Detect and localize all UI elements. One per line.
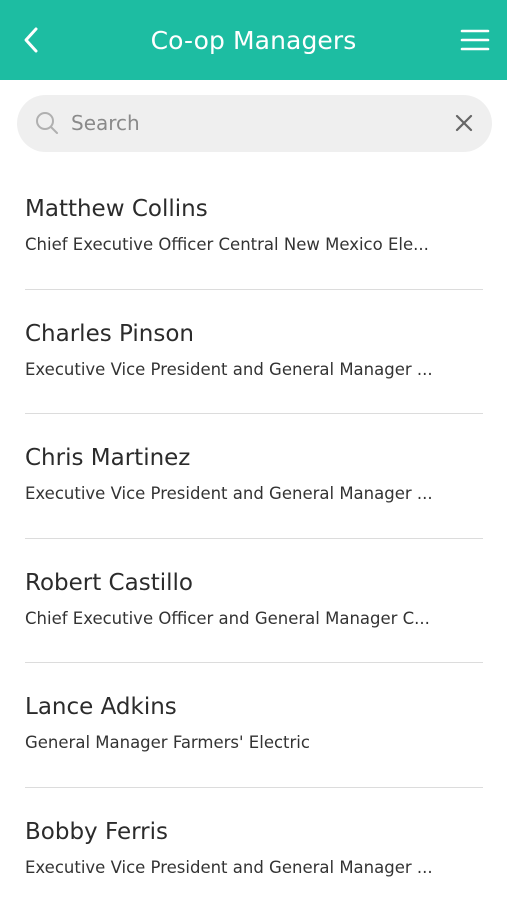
app-header: Co-op Managers — [0, 0, 507, 80]
search-bar — [17, 95, 492, 152]
manager-name: Lance Adkins — [25, 694, 177, 720]
manager-name: Bobby Ferris — [25, 818, 168, 845]
manager-name: Robert Castillo — [25, 569, 193, 596]
list-item[interactable]: Chris Martinez Executive Vice President … — [25, 414, 483, 539]
manager-title: Executive Vice President and General Man… — [25, 359, 433, 379]
manager-title: Chief Executive Officer Central New Mexi… — [25, 235, 429, 254]
manager-title: General Manager Farmers' Electric — [25, 733, 310, 752]
list-item[interactable]: Lance Adkins General Manager Farmers' El… — [25, 663, 483, 788]
manager-name: Matthew Collins — [25, 196, 208, 222]
page-title: Co-op Managers — [150, 25, 357, 55]
manager-name: Chris Martinez — [25, 445, 191, 471]
menu-button[interactable] — [457, 22, 493, 58]
chevron-left-icon — [24, 27, 38, 53]
manager-title: Chief Executive Officer and General Mana… — [25, 608, 430, 628]
manager-title: Executive Vice President and General Man… — [25, 857, 433, 877]
back-button[interactable] — [14, 22, 48, 58]
manager-name: Charles Pinson — [25, 320, 194, 347]
app-screen: Co-op Managers Matthew Collins Chief Exe… — [0, 0, 507, 900]
list-item[interactable]: Bobby Ferris Executive Vice President an… — [25, 788, 483, 900]
manager-list: Matthew Collins Chief Executive Officer … — [0, 165, 507, 900]
hamburger-menu-icon — [460, 29, 490, 51]
clear-search-button[interactable] — [452, 111, 476, 135]
search-input[interactable] — [71, 103, 441, 143]
manager-title: Executive Vice President and General Man… — [25, 484, 433, 503]
list-item[interactable]: Robert Castillo Chief Executive Officer … — [25, 539, 483, 663]
list-item[interactable]: Charles Pinson Executive Vice President … — [25, 290, 483, 414]
close-icon — [455, 114, 473, 132]
list-item[interactable]: Matthew Collins Chief Executive Officer … — [25, 165, 483, 290]
search-icon — [36, 112, 58, 134]
